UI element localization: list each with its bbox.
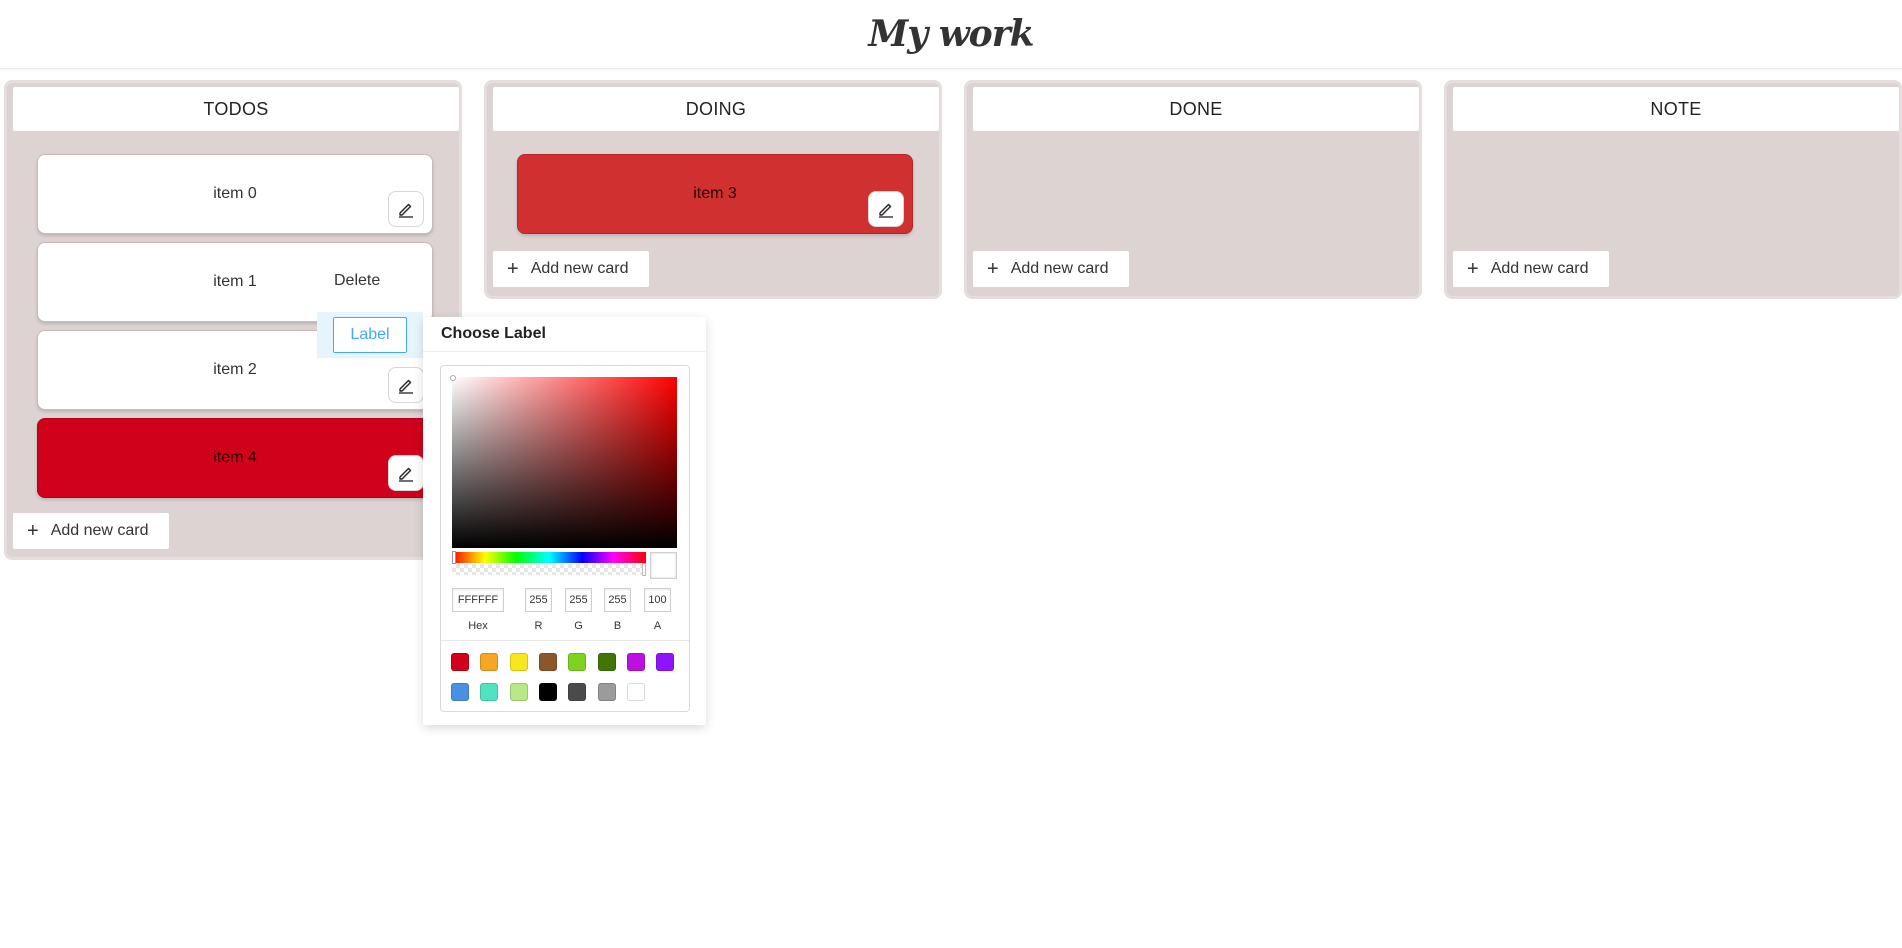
plus-icon: +	[507, 258, 519, 280]
card-label: item 3	[693, 185, 737, 202]
add-card-button[interactable]: + Add new card	[13, 513, 169, 549]
edit-card-button[interactable]	[388, 367, 424, 403]
pencil-icon	[879, 203, 893, 218]
choose-label-popover: Choose Label FFFFFF 255 255 255 100 Hex …	[423, 317, 706, 725]
alpha-slider-thumb[interactable]	[642, 563, 646, 576]
add-card-label: Add new card	[50, 522, 149, 539]
pencil-icon	[399, 467, 413, 482]
popover-title: Choose Label	[441, 325, 546, 342]
color-swatch[interactable]	[480, 683, 499, 701]
delete-menu-item[interactable]: Delete	[334, 272, 380, 290]
column-title-done: DONE	[973, 87, 1419, 131]
color-swatch[interactable]	[656, 653, 675, 671]
color-swatch[interactable]	[626, 653, 645, 671]
column-note: NOTE + Add new card	[1444, 80, 1902, 299]
hue-slider[interactable]	[452, 551, 646, 564]
add-card-label: Add new card	[530, 260, 629, 277]
hex-input[interactable]: FFFFFF	[452, 588, 504, 612]
plus-icon: +	[1467, 258, 1479, 280]
color-swatch[interactable]	[538, 653, 557, 671]
card-label: item 4	[213, 449, 257, 466]
pencil-icon	[399, 203, 413, 218]
card-label: item 1	[213, 273, 257, 290]
color-swatch[interactable]	[509, 683, 528, 701]
hue-slider-thumb[interactable]	[452, 551, 456, 564]
column-done: DONE + Add new card	[964, 80, 1422, 299]
card-item-3[interactable]: item 3	[517, 154, 913, 234]
add-card-button[interactable]: + Add new card	[973, 251, 1129, 287]
color-preview	[650, 552, 677, 579]
hex-label: Hex	[468, 620, 488, 632]
g-label: G	[574, 620, 583, 632]
color-swatch[interactable]	[480, 653, 499, 671]
edit-card-button[interactable]	[388, 191, 424, 227]
plus-icon: +	[987, 258, 999, 280]
divider	[423, 351, 706, 352]
label-menu-item: Label	[317, 312, 423, 358]
add-card-label: Add new card	[1010, 260, 1109, 277]
color-swatch[interactable]	[509, 653, 528, 671]
column-title-doing: DOING	[493, 87, 939, 131]
b-label: B	[613, 620, 622, 632]
add-card-button[interactable]: + Add new card	[493, 251, 649, 287]
card-label: item 2	[213, 361, 257, 378]
card-label: item 0	[213, 185, 257, 202]
color-swatch[interactable]	[451, 653, 469, 671]
color-swatch[interactable]	[568, 653, 587, 671]
column-title-todos: TODOS	[13, 87, 459, 131]
color-swatch[interactable]	[538, 683, 557, 701]
add-card-label: Add new card	[1490, 260, 1589, 277]
column-doing: DOING item 3 + Add new card	[484, 80, 942, 299]
r-label: R	[534, 620, 543, 632]
color-picker: FFFFFF 255 255 255 100 Hex R G B A	[440, 365, 690, 712]
edit-card-button[interactable]	[868, 191, 904, 227]
color-swatch[interactable]	[597, 683, 616, 701]
alpha-slider[interactable]	[452, 563, 646, 576]
a-input[interactable]: 100	[644, 588, 671, 612]
g-input[interactable]: 255	[565, 588, 592, 612]
page-title: My work	[868, 13, 1034, 55]
card-item-4[interactable]: item 4	[37, 418, 433, 498]
saturation-area[interactable]	[450, 375, 677, 548]
edit-card-button[interactable]	[388, 455, 424, 491]
saturation-cursor[interactable]	[450, 375, 456, 381]
b-input[interactable]: 255	[604, 588, 631, 612]
color-swatch[interactable]	[451, 683, 469, 701]
color-swatch[interactable]	[568, 683, 587, 701]
color-swatch[interactable]	[626, 683, 645, 701]
r-input[interactable]: 255	[525, 588, 552, 612]
a-label: A	[653, 620, 662, 632]
color-swatch[interactable]	[597, 653, 616, 671]
pencil-icon	[399, 379, 413, 394]
divider	[441, 640, 689, 641]
app-header: My work	[0, 0, 1902, 69]
column-title-note: NOTE	[1453, 87, 1899, 131]
label-button[interactable]: Label	[333, 317, 407, 353]
card-item-0[interactable]: item 0	[37, 154, 433, 234]
plus-icon: +	[27, 520, 39, 542]
add-card-button[interactable]: + Add new card	[1453, 251, 1609, 287]
